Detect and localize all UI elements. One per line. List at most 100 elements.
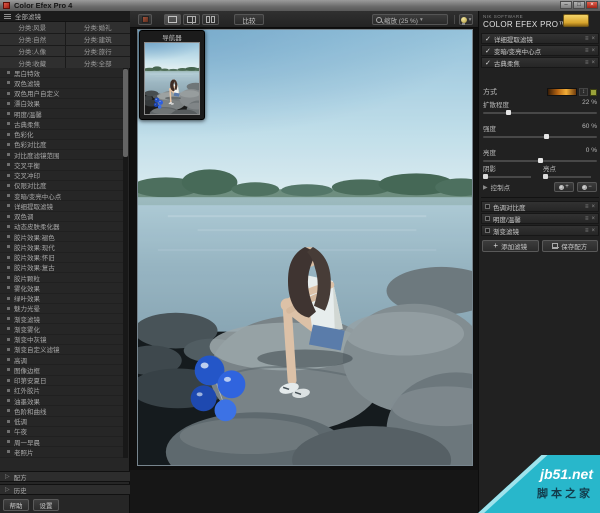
stacked-filter-row[interactable]: 渐变滤镜 ≡ × [481,225,599,236]
filter-item[interactable]: 胶片效果:现代 [0,242,123,252]
preview-mode-button[interactable] [138,14,152,25]
single-view-button[interactable] [164,14,181,25]
split-view-button[interactable] [183,14,200,25]
remove-filter-icon[interactable]: × [591,228,595,234]
slider-handle[interactable] [544,134,549,139]
filter-options-icon[interactable]: ≡ [585,216,589,222]
remove-control-point-button[interactable]: − [577,182,597,192]
filter-item[interactable]: 黑白特效 [0,68,123,78]
highlights-slider-handle[interactable] [543,174,548,179]
remove-filter-icon[interactable]: × [591,60,595,66]
filter-item[interactable]: 绿叶效果 [0,294,123,304]
check-icon[interactable]: ✓ [485,59,491,67]
filter-item[interactable]: 魅力光晕 [0,304,123,314]
filter-item[interactable]: 胶片颗粒 [0,273,123,283]
remove-filter-icon[interactable]: × [591,204,595,210]
filter-options-icon[interactable]: ≡ [585,60,589,66]
filter-library-header[interactable]: 全部滤镜 [0,11,130,22]
filter-options-icon[interactable]: ≡ [585,36,589,42]
filter-checkbox[interactable] [485,204,490,209]
filter-item[interactable]: 周一早晨 [0,437,123,447]
filter-item[interactable]: 色阶和曲线 [0,406,123,416]
settings-button[interactable]: 设置 [33,499,59,511]
add-filter-button[interactable]: + 添加滤镜 [482,240,539,252]
slider-track[interactable] [483,160,597,162]
filter-item[interactable]: 老照片 [0,447,123,457]
filter-options-icon[interactable]: ≡ [585,48,589,54]
filter-options-icon[interactable]: ≡ [585,204,589,210]
category-item[interactable]: 分类:婚礼 [66,22,131,33]
save-recipe-button[interactable]: 保存配方 [542,240,599,252]
filter-item[interactable]: 对比度滤镜范围 [0,150,123,160]
filter-item[interactable]: 渐变中灰镜 [0,335,123,345]
slider-handle[interactable] [506,110,511,115]
filter-item[interactable]: 详细提取滤镜 [0,201,123,211]
navigator-thumbnail[interactable] [144,42,200,115]
filter-options-icon[interactable]: ≡ [585,228,589,234]
applied-filter-row[interactable]: ✓ 古典柔焦 ≡ × [481,57,599,68]
filter-item[interactable]: 渐变自定义滤镜 [0,345,123,355]
filter-item[interactable]: 古典柔焦 [0,119,123,129]
filter-item[interactable]: 双色滤镜 [0,78,123,88]
history-section-header[interactable]: ▷ 历史 [0,484,130,495]
close-button[interactable]: × [586,1,598,9]
side-by-side-view-button[interactable] [202,14,219,25]
filter-item[interactable]: 图像边框 [0,365,123,375]
filter-item[interactable]: 胶片效果:复古 [0,263,123,273]
filter-item[interactable]: 雾化效果 [0,283,123,293]
filter-list-scrollbar[interactable] [123,68,128,458]
applied-filter-row[interactable]: ✓ 变暗/变亮中心点 ≡ × [481,45,599,56]
filter-item[interactable]: 动态皮肤柔化器 [0,222,123,232]
filter-item[interactable]: 双色用户自定义 [0,89,123,99]
filter-item[interactable]: 红外胶片 [0,386,123,396]
category-item[interactable]: 分类:建筑 [66,34,131,45]
category-item[interactable]: 分类:旅行 [66,46,131,57]
applied-filter-row[interactable]: ✓ 详细提取滤镜 ≡ × [481,33,599,44]
filter-item[interactable]: 仅限对比度 [0,181,123,191]
filter-item[interactable]: 印第安夏日 [0,376,123,386]
maximize-button[interactable]: □ [573,1,585,9]
filter-item[interactable]: 午夜 [0,427,123,437]
shadows-slider-track[interactable] [483,176,531,178]
category-item[interactable]: 分类:自然 [0,34,65,45]
filter-item[interactable]: 明度/温馨 [0,109,123,119]
compare-button[interactable]: 比较 [234,14,264,25]
category-item[interactable]: 分类:收藏 [0,57,65,68]
category-item[interactable]: 分类:风景 [0,22,65,33]
background-color-selector[interactable]: ▾ [459,14,473,25]
filter-item[interactable]: 漂白效果 [0,99,123,109]
method-stepper[interactable]: ↕ [579,88,588,96]
check-icon[interactable]: ✓ [485,35,491,43]
check-icon[interactable]: ✓ [485,47,491,55]
help-button[interactable]: 帮助 [3,499,29,511]
stacked-filter-row[interactable]: 明度/温馨 ≡ × [481,213,599,224]
remove-filter-icon[interactable]: × [591,48,595,54]
stacked-filter-row[interactable]: 色调对比度 ≡ × [481,201,599,212]
filter-item[interactable]: 色彩化 [0,130,123,140]
zoom-control[interactable]: 缩放 (25 %) ▾ [372,14,448,25]
recipes-section-header[interactable]: ▷ 配方 [0,471,130,482]
scrollbar-thumb[interactable] [123,69,128,157]
remove-filter-icon[interactable]: × [591,216,595,222]
filter-item[interactable]: 渐变雾化 [0,324,123,334]
shadows-slider-handle[interactable] [483,174,488,179]
add-control-point-button[interactable]: + [554,182,574,192]
category-item[interactable]: 分类:人像 [0,46,65,57]
remove-filter-icon[interactable]: × [591,36,595,42]
method-extra-icon[interactable] [590,89,597,96]
slider-track[interactable] [483,136,597,138]
filter-item[interactable]: 高调 [0,355,123,365]
filter-item[interactable]: 交叉冲印 [0,171,123,181]
filter-item[interactable]: 胶片效果:怀旧 [0,253,123,263]
expand-triangle-icon[interactable]: ▶ [483,184,488,191]
filter-item[interactable]: 变暗/变亮中心点 [0,191,123,201]
filter-item[interactable]: 交叉平衡 [0,160,123,170]
filter-checkbox[interactable] [485,228,490,233]
slider-track[interactable] [483,112,597,114]
filter-checkbox[interactable] [485,216,490,221]
category-item[interactable]: 分类:全部 [66,57,131,68]
filter-item[interactable]: 色彩对比度 [0,140,123,150]
filter-item[interactable]: 渐变滤镜 [0,314,123,324]
minimize-button[interactable]: – [560,1,572,9]
filter-item[interactable]: 油墨效果 [0,396,123,406]
